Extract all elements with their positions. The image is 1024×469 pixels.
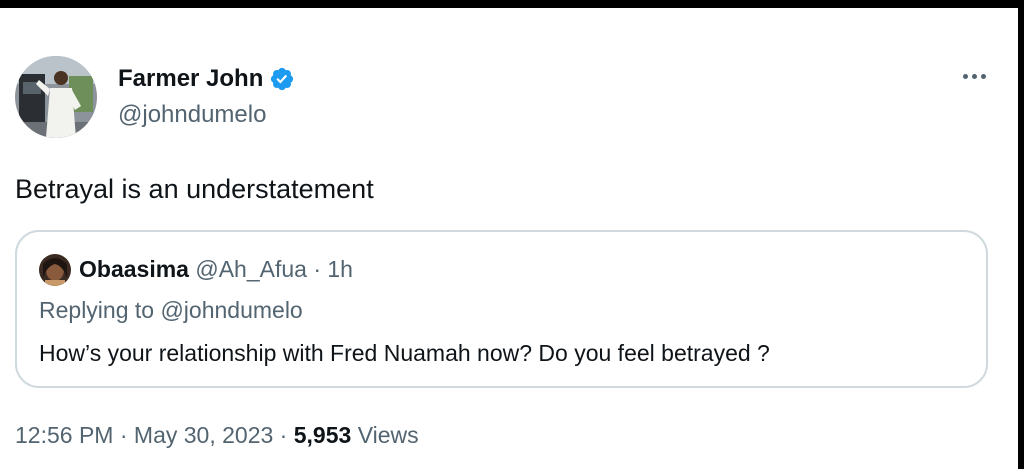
views-label: Views [357, 422, 419, 448]
quoted-header: Obaasima @Ah_Afua · 1h [79, 254, 353, 284]
right-border [1018, 0, 1024, 469]
views-count: 5,953 [293, 422, 352, 448]
quoted-text: How’s your relationship with Fred Nuamah… [39, 340, 770, 366]
more-dot [962, 73, 968, 79]
more-dot [971, 73, 977, 79]
quoted-author-avatar[interactable] [39, 254, 71, 286]
tweet-time[interactable]: 12:56 PM [15, 422, 113, 448]
author-avatar[interactable] [15, 56, 97, 138]
more-options-icon[interactable] [958, 64, 990, 88]
top-border [0, 0, 1024, 8]
quoted-tweet[interactable]: Obaasima @Ah_Afua · 1h Replying to @john… [15, 230, 988, 388]
author-name[interactable]: Farmer John [118, 64, 295, 94]
verified-badge-icon [271, 67, 294, 91]
author-name-label[interactable]: Farmer John [118, 64, 263, 94]
quoted-timestamp[interactable]: 1h [327, 256, 353, 282]
tweet-text: Betrayal is an understatement [15, 174, 374, 204]
more-dot [980, 73, 986, 79]
replying-to: Replying to @johndumelo [39, 297, 303, 323]
meta-separator: · [279, 422, 288, 448]
tweet-meta: 12:56 PM · May 30, 2023 · 5,953 Views [15, 420, 419, 450]
meta-separator: · [119, 422, 128, 448]
quoted-author-handle[interactable]: @Ah_Afua [195, 256, 307, 282]
quoted-separator: · [313, 256, 321, 282]
author-handle[interactable]: @johndumelo [118, 100, 266, 130]
quoted-author-name[interactable]: Obaasima [79, 256, 189, 282]
tweet-date[interactable]: May 30, 2023 [134, 422, 273, 448]
